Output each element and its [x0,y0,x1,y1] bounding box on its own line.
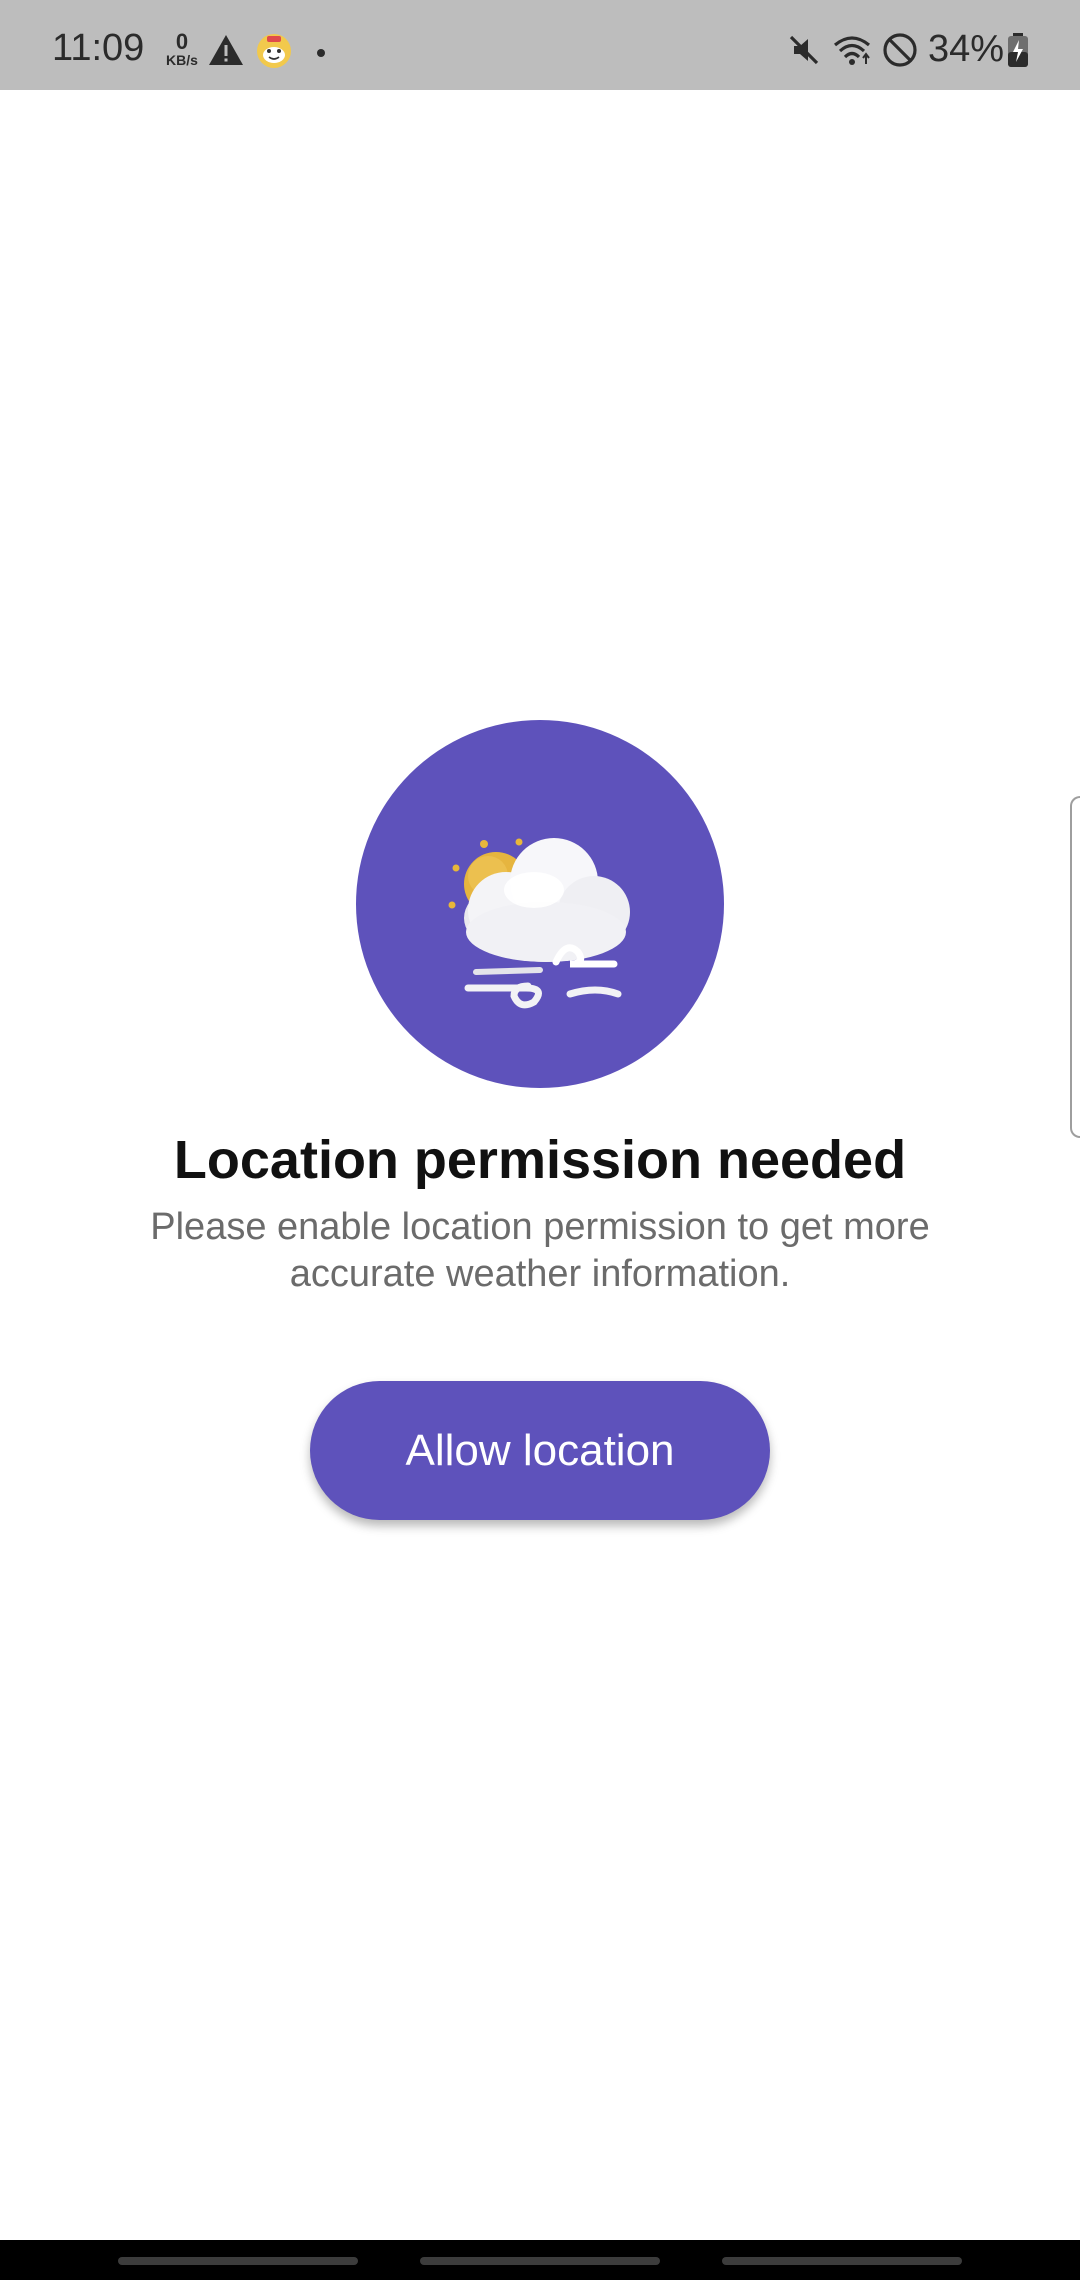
wifi-icon [833,36,871,65]
network-speed-value: 0 [175,29,189,54]
do-not-disturb-icon [883,33,917,67]
app-notification-icon [257,34,291,68]
edge-panel-handle[interactable] [1070,796,1080,1138]
navigation-bar [0,2240,1080,2280]
warning-icon [209,35,243,65]
weather-illustration [356,720,724,1088]
app-screen: 11:09 0 KB/s 34% Location permission nee… [0,0,1080,2280]
network-speed-unit: KB/s [166,52,198,68]
network-speed-indicator: 0 KB/s [162,29,202,69]
nav-home-button[interactable] [420,2257,660,2265]
weather-cloud-sun-wind-icon [448,838,630,1009]
battery-percent: 34% [928,28,1005,70]
status-time: 11:09 [52,27,145,69]
nav-recents-button[interactable] [118,2257,358,2265]
page-title: Location permission needed [173,1130,907,1190]
battery-icon [1008,33,1028,67]
mute-icon [789,35,819,65]
nav-back-button[interactable] [722,2257,962,2265]
allow-location-button[interactable]: Allow location [310,1381,770,1520]
status-bar: 11:09 0 KB/s 34% [0,0,1080,90]
permission-message: Please enable location permission to get… [150,1206,930,1295]
dot-icon [317,49,325,57]
